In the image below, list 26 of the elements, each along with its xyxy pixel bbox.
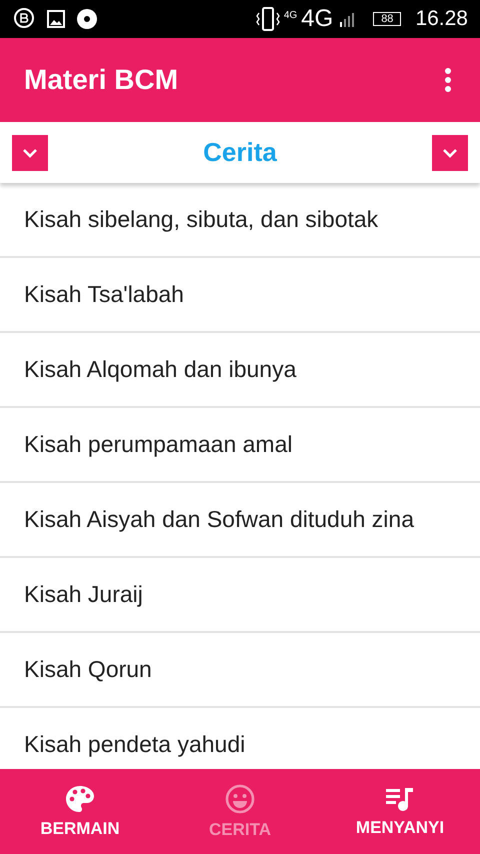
chevron-down-icon	[21, 146, 39, 158]
story-list-item[interactable]: Kisah Tsa'labah	[0, 258, 480, 333]
story-list-item[interactable]: Kisah Qorun	[0, 633, 480, 708]
battery-indicator: 88	[373, 12, 402, 26]
story-list-item[interactable]: Kisah sibelang, sibuta, dan sibotak	[0, 183, 480, 258]
section-title: Cerita	[203, 137, 277, 168]
network-type-label: 4G	[284, 10, 298, 21]
nav-tab[interactable]: MENYANYI	[320, 769, 480, 854]
more-icon[interactable]	[444, 67, 452, 93]
chevron-down-icon	[440, 146, 459, 158]
nav-tab[interactable]: BERMAIN	[0, 769, 160, 854]
story-list-item[interactable]: Kisah Aisyah dan Sofwan dituduh zina	[0, 483, 480, 558]
story-list-item[interactable]: Kisah perumpamaan amal	[0, 408, 480, 483]
smiley-icon	[225, 784, 255, 814]
network-type-label: 4G	[301, 5, 334, 33]
image-icon	[46, 9, 66, 29]
disc-icon	[76, 8, 98, 30]
vibrate-icon	[256, 6, 280, 32]
clock-time: 16.28	[415, 7, 468, 31]
palette-icon	[65, 784, 95, 812]
app-title: Materi BCM	[24, 64, 178, 96]
playlist-icon	[385, 786, 415, 812]
dropdown-button[interactable]	[12, 134, 48, 170]
dropdown-button[interactable]	[432, 134, 468, 170]
story-list-item[interactable]: Kisah Alqomah dan ibunya	[0, 333, 480, 408]
story-list-item[interactable]: Kisah Juraij	[0, 558, 480, 633]
